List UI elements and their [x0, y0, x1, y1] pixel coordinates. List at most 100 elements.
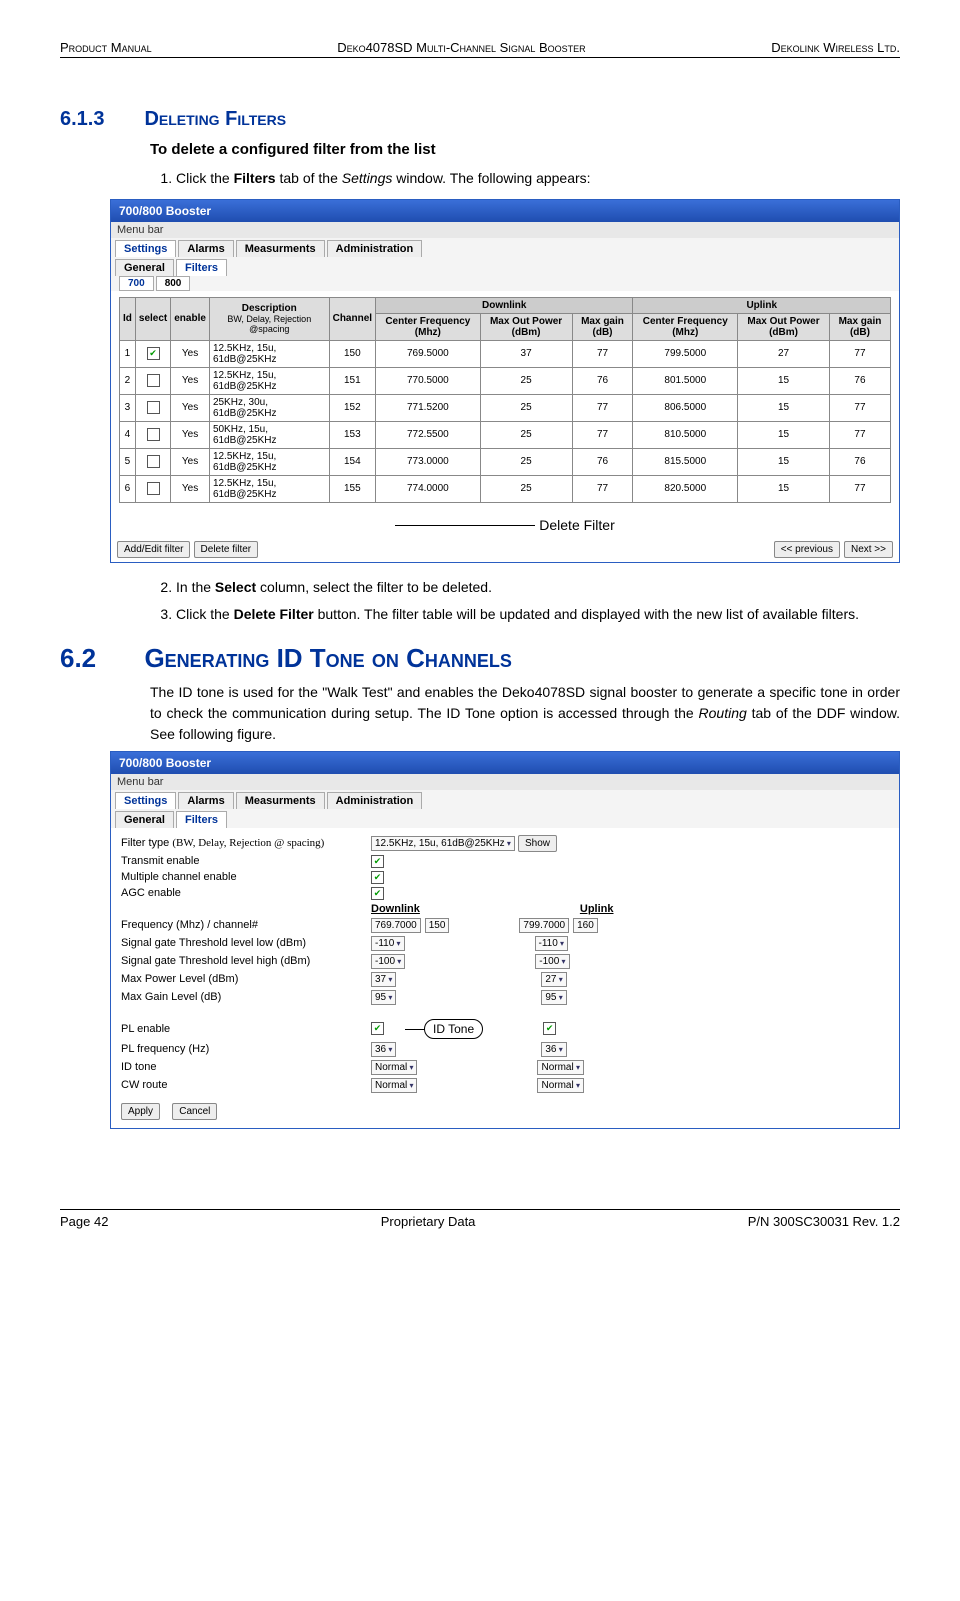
page-header: Product Manual Deko4078SD Multi-Channel … — [60, 40, 900, 58]
dl-cwroute-select[interactable]: Normal — [371, 1078, 417, 1093]
row-select-checkbox[interactable] — [147, 428, 160, 441]
ul-idtone-select[interactable]: Normal — [537, 1060, 583, 1075]
label-maxpow: Max Power Level (dBm) — [121, 973, 371, 985]
show-button[interactable]: Show — [518, 835, 557, 852]
table-row: 5Yes12.5KHz, 15u, 61dB@25KHz154773.00002… — [120, 448, 891, 475]
label-pl-enable: PL enable — [121, 1023, 371, 1035]
ul-maxpow-select[interactable]: 27 — [541, 972, 566, 987]
tab-700[interactable]: 700 — [119, 276, 154, 291]
tab-settings-2[interactable]: Settings — [115, 792, 176, 809]
step-2: In the Select column, select the filter … — [176, 577, 900, 598]
delete-filter-annotation: Delete Filter — [111, 517, 899, 533]
tab-general[interactable]: General — [115, 259, 174, 276]
col-id: Id — [120, 297, 136, 340]
col-ul-cf: Center Frequency (Mhz) — [633, 313, 738, 340]
col-ul-mg: Max gain (dB) — [829, 313, 890, 340]
previous-button[interactable]: << previous — [774, 541, 840, 558]
label-id-tone: ID tone — [121, 1061, 371, 1073]
tab-general-2[interactable]: General — [115, 811, 174, 828]
label-sg-high: Signal gate Threshold level high (dBm) — [121, 955, 371, 967]
table-row: 4Yes50KHz, 15u, 61dB@25KHz153772.5500257… — [120, 421, 891, 448]
label-pl-freq: PL frequency (Hz) — [121, 1043, 371, 1055]
row-select-checkbox[interactable] — [147, 455, 160, 468]
col-enable: enable — [171, 297, 210, 340]
col-uplink: Uplink — [633, 297, 891, 313]
dl-sghigh-select[interactable]: -100 — [371, 954, 405, 969]
tab-settings[interactable]: Settings — [115, 240, 176, 257]
tab-measurments[interactable]: Measurments — [236, 240, 325, 257]
label-frequency: Frequency (Mhz) / channel# — [121, 919, 371, 931]
uplink-header: Uplink — [580, 903, 614, 915]
tab-filters[interactable]: Filters — [176, 259, 227, 276]
dl-maxpow-select[interactable]: 37 — [371, 972, 396, 987]
col-downlink: Downlink — [376, 297, 633, 313]
dl-plfreq-select[interactable]: 36 — [371, 1042, 396, 1057]
row-select-checkbox[interactable] — [147, 482, 160, 495]
dl-idtone-select[interactable]: Normal — [371, 1060, 417, 1075]
page-footer: Page 42 Proprietary Data P/N 300SC30031 … — [60, 1209, 900, 1229]
step-3: Click the Delete Filter button. The filt… — [176, 604, 900, 625]
dl-maxgain-select[interactable]: 95 — [371, 990, 396, 1005]
dl-plen-checkbox[interactable] — [371, 1022, 384, 1035]
section-number-62: 6.2 — [60, 643, 140, 674]
ul-channel-input[interactable]: 160 — [573, 918, 598, 933]
id-tone-callout: ID Tone — [424, 1019, 483, 1039]
header-right: Dekolink Wireless Ltd. — [771, 40, 900, 55]
cancel-button[interactable]: Cancel — [172, 1103, 217, 1120]
ul-cwroute-select[interactable]: Normal — [537, 1078, 583, 1093]
ul-plfreq-select[interactable]: 36 — [541, 1042, 566, 1057]
label-agc-enable: AGC enable — [121, 887, 371, 899]
label-cw-route: CW route — [121, 1079, 371, 1091]
multi-enable-checkbox[interactable] — [371, 871, 384, 884]
menu-bar-2: Menu bar — [111, 774, 899, 790]
dl-frequency-input[interactable]: 769.7000 — [371, 918, 421, 933]
tab-alarms-2[interactable]: Alarms — [178, 792, 233, 809]
col-ul-mop: Max Out Power (dBm) — [738, 313, 830, 340]
filters-window: 700/800 Booster Menu bar Settings Alarms… — [110, 199, 900, 563]
row-select-checkbox[interactable] — [147, 401, 160, 414]
delete-filter-button[interactable]: Delete filter — [194, 541, 259, 558]
label-sg-low: Signal gate Threshold level low (dBm) — [121, 937, 371, 949]
subheading-delete: To delete a configured filter from the l… — [150, 139, 900, 162]
tab-measurments-2[interactable]: Measurments — [236, 792, 325, 809]
tab-800[interactable]: 800 — [156, 276, 191, 291]
col-channel: Channel — [329, 297, 375, 340]
dl-channel-input[interactable]: 150 — [425, 918, 450, 933]
footer-left: Page 42 — [60, 1214, 108, 1229]
ul-frequency-input[interactable]: 799.7000 — [519, 918, 569, 933]
tab-filters-2[interactable]: Filters — [176, 811, 227, 828]
apply-button[interactable]: Apply — [121, 1103, 160, 1120]
table-row: 2Yes12.5KHz, 15u, 61dB@25KHz151770.50002… — [120, 367, 891, 394]
step-1: Click the Filters tab of the Settings wi… — [176, 168, 900, 189]
section-title-62: Generating ID Tone on Channels — [144, 643, 511, 673]
filter-type-select[interactable]: 12.5KHz, 15u, 61dB@25KHz — [371, 836, 515, 851]
row-select-checkbox[interactable] — [147, 374, 160, 387]
transmit-enable-checkbox[interactable] — [371, 855, 384, 868]
col-dl-cf: Center Frequency (Mhz) — [376, 313, 481, 340]
window-title-2: 700/800 Booster — [111, 752, 899, 774]
add-edit-filter-button[interactable]: Add/Edit filter — [117, 541, 190, 558]
label-multi-enable: Multiple channel enable — [121, 871, 371, 883]
row-select-checkbox[interactable] — [147, 347, 160, 360]
tab-administration[interactable]: Administration — [327, 240, 423, 257]
ul-maxgain-select[interactable]: 95 — [541, 990, 566, 1005]
label-maxgain: Max Gain Level (dB) — [121, 991, 371, 1003]
label-filter-type: Filter type (BW, Delay, Rejection @ spac… — [121, 837, 371, 849]
window-title: 700/800 Booster — [111, 200, 899, 222]
header-left: Product Manual — [60, 40, 152, 55]
ul-sglow-select[interactable]: -110 — [535, 936, 569, 951]
filters-table: Id select enable Description BW, Delay, … — [119, 297, 891, 503]
ul-plen-checkbox[interactable] — [543, 1022, 556, 1035]
table-row: 6Yes12.5KHz, 15u, 61dB@25KHz155774.00002… — [120, 475, 891, 502]
col-description: Description BW, Delay, Rejection @spacin… — [209, 297, 329, 340]
tab-administration-2[interactable]: Administration — [327, 792, 423, 809]
next-button[interactable]: Next >> — [844, 541, 893, 558]
col-select: select — [135, 297, 170, 340]
ul-sghigh-select[interactable]: -100 — [535, 954, 569, 969]
dl-sglow-select[interactable]: -110 — [371, 936, 405, 951]
table-row: 1Yes12.5KHz, 15u, 61dB@25KHz150769.50003… — [120, 340, 891, 367]
header-center: Deko4078SD Multi-Channel Signal Booster — [337, 40, 585, 55]
tab-alarms[interactable]: Alarms — [178, 240, 233, 257]
agc-enable-checkbox[interactable] — [371, 887, 384, 900]
menu-bar: Menu bar — [111, 222, 899, 238]
